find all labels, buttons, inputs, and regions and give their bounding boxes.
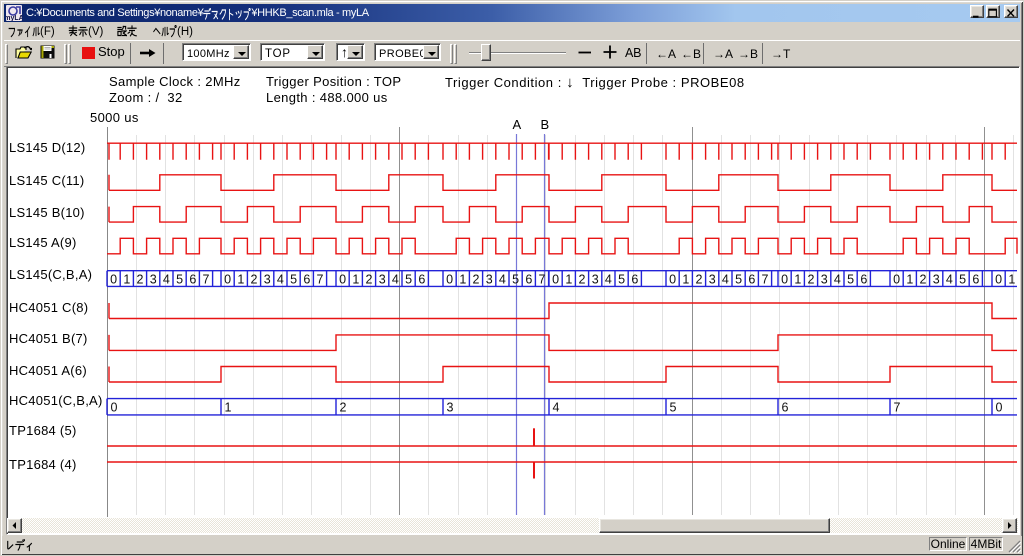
svg-text:1: 1: [1008, 273, 1015, 287]
svg-text:2: 2: [920, 273, 927, 287]
svg-text:1: 1: [352, 273, 359, 287]
svg-text:6: 6: [748, 273, 755, 287]
svg-text:0: 0: [110, 273, 117, 287]
svg-text:3: 3: [264, 273, 271, 287]
svg-text:0: 0: [552, 273, 559, 287]
svg-text:0: 0: [111, 401, 118, 415]
svg-text:4: 4: [553, 401, 560, 415]
svg-text:4: 4: [277, 273, 284, 287]
svg-text:7: 7: [539, 273, 546, 287]
svg-text:5: 5: [512, 273, 519, 287]
svg-text:3: 3: [447, 401, 454, 415]
svg-text:4: 4: [946, 273, 953, 287]
svg-text:6: 6: [631, 273, 638, 287]
svg-text:6: 6: [303, 273, 310, 287]
svg-text:0: 0: [339, 273, 346, 287]
svg-text:2: 2: [696, 273, 703, 287]
svg-text:0: 0: [669, 273, 676, 287]
svg-text:2: 2: [808, 273, 815, 287]
svg-text:5: 5: [176, 273, 183, 287]
svg-text:2: 2: [137, 273, 144, 287]
svg-text:7: 7: [317, 273, 324, 287]
svg-text:2: 2: [251, 273, 258, 287]
svg-text:5: 5: [847, 273, 854, 287]
svg-text:6: 6: [972, 273, 979, 287]
svg-text:4: 4: [605, 273, 612, 287]
svg-text:6: 6: [189, 273, 196, 287]
svg-text:7: 7: [762, 273, 769, 287]
svg-text:3: 3: [592, 273, 599, 287]
svg-text:4: 4: [163, 273, 170, 287]
svg-text:3: 3: [821, 273, 828, 287]
svg-text:0: 0: [996, 401, 1003, 415]
svg-text:6: 6: [860, 273, 867, 287]
svg-text:6: 6: [418, 273, 425, 287]
svg-text:3: 3: [709, 273, 716, 287]
svg-text:0: 0: [781, 273, 788, 287]
svg-text:5: 5: [959, 273, 966, 287]
svg-text:1: 1: [225, 401, 232, 415]
svg-text:2: 2: [579, 273, 586, 287]
svg-text:1: 1: [237, 273, 244, 287]
svg-text:6: 6: [525, 273, 532, 287]
svg-text:5: 5: [735, 273, 742, 287]
svg-text:5: 5: [405, 273, 412, 287]
svg-text:1: 1: [794, 273, 801, 287]
svg-text:3: 3: [379, 273, 386, 287]
svg-text:4: 4: [722, 273, 729, 287]
svg-text:1: 1: [565, 273, 572, 287]
svg-text:0: 0: [224, 273, 231, 287]
svg-text:4: 4: [499, 273, 506, 287]
svg-text:2: 2: [366, 273, 373, 287]
svg-text:1: 1: [682, 273, 689, 287]
svg-text:2: 2: [340, 401, 347, 415]
svg-text:1: 1: [123, 273, 130, 287]
svg-text:1: 1: [459, 273, 466, 287]
svg-text:5: 5: [618, 273, 625, 287]
svg-text:0: 0: [995, 273, 1002, 287]
svg-text:2: 2: [473, 273, 480, 287]
svg-text:1: 1: [906, 273, 913, 287]
svg-text:4: 4: [834, 273, 841, 287]
svg-text:7: 7: [894, 401, 901, 415]
svg-text:6: 6: [782, 401, 789, 415]
svg-text:5: 5: [290, 273, 297, 287]
svg-text:0: 0: [446, 273, 453, 287]
svg-text:7: 7: [203, 273, 210, 287]
svg-text:4: 4: [392, 273, 399, 287]
svg-text:0: 0: [893, 273, 900, 287]
svg-text:3: 3: [933, 273, 940, 287]
svg-text:3: 3: [150, 273, 157, 287]
svg-text:3: 3: [486, 273, 493, 287]
svg-text:5: 5: [670, 401, 677, 415]
